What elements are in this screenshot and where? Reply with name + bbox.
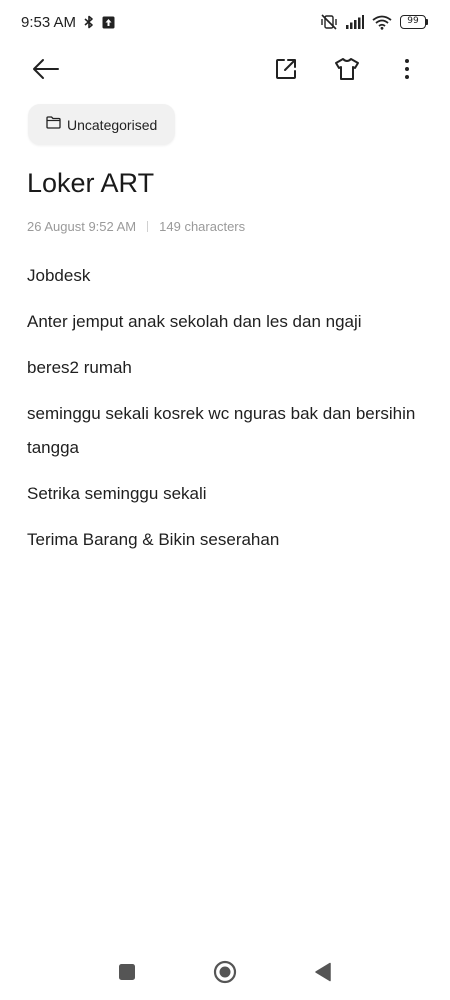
recents-icon xyxy=(118,963,136,986)
back-button[interactable] xyxy=(24,46,68,96)
recents-button[interactable] xyxy=(115,962,139,986)
status-bar-right: 99 xyxy=(320,14,428,30)
meta-divider xyxy=(147,221,149,232)
back-arrow-icon xyxy=(32,58,60,85)
mute-vibrate-icon xyxy=(320,14,338,30)
theme-shirt-icon xyxy=(334,57,360,86)
notes-editor-screen: 9:53 AM 99 Uncategorised Loker ART 26 Au… xyxy=(0,0,450,1000)
editor-toolbar xyxy=(0,46,450,96)
bluetooth-icon xyxy=(82,15,96,29)
note-line: Anter jemput anak sekolah dan les dan ng… xyxy=(27,312,362,331)
battery-level: 99 xyxy=(400,15,426,29)
category-label: Uncategorised xyxy=(67,116,158,133)
open-external-icon xyxy=(274,57,298,86)
battery-icon: 99 xyxy=(400,15,428,29)
note-line: Setrika seminggu sekali xyxy=(27,484,207,503)
note-line: beres2 rumah xyxy=(27,358,132,377)
theme-button[interactable] xyxy=(325,46,369,96)
system-nav-bar xyxy=(0,950,450,998)
note-body[interactable]: Jobdesk Anter jemput anak sekolah dan le… xyxy=(27,259,422,569)
status-time: 9:53 AM xyxy=(21,13,77,31)
home-icon xyxy=(213,960,237,989)
more-options-button[interactable] xyxy=(385,46,429,96)
note-line: seminggu sekali kosrek wc nguras bak dan… xyxy=(27,404,416,457)
note-char-count: 149 characters xyxy=(159,219,246,234)
wifi-icon xyxy=(372,15,392,30)
folder-icon xyxy=(46,115,61,134)
note-meta: 26 August 9:52 AM 149 characters xyxy=(27,219,245,234)
back-icon xyxy=(314,962,332,987)
home-button[interactable] xyxy=(213,960,237,989)
status-bar-left: 9:53 AM xyxy=(21,14,115,31)
note-title[interactable]: Loker ART xyxy=(27,168,154,199)
open-external-button[interactable] xyxy=(264,46,308,96)
note-line: Jobdesk xyxy=(27,266,91,285)
category-chip[interactable]: Uncategorised xyxy=(28,104,175,145)
signal-icon xyxy=(346,15,364,29)
nav-back-button[interactable] xyxy=(311,962,335,986)
note-line: Terima Barang & Bikin seserahan xyxy=(27,530,280,549)
upload-notification-icon xyxy=(102,16,115,29)
more-vert-icon xyxy=(404,58,410,85)
status-bar: 9:53 AM 99 xyxy=(0,0,450,44)
note-date: 26 August 9:52 AM xyxy=(27,219,137,234)
